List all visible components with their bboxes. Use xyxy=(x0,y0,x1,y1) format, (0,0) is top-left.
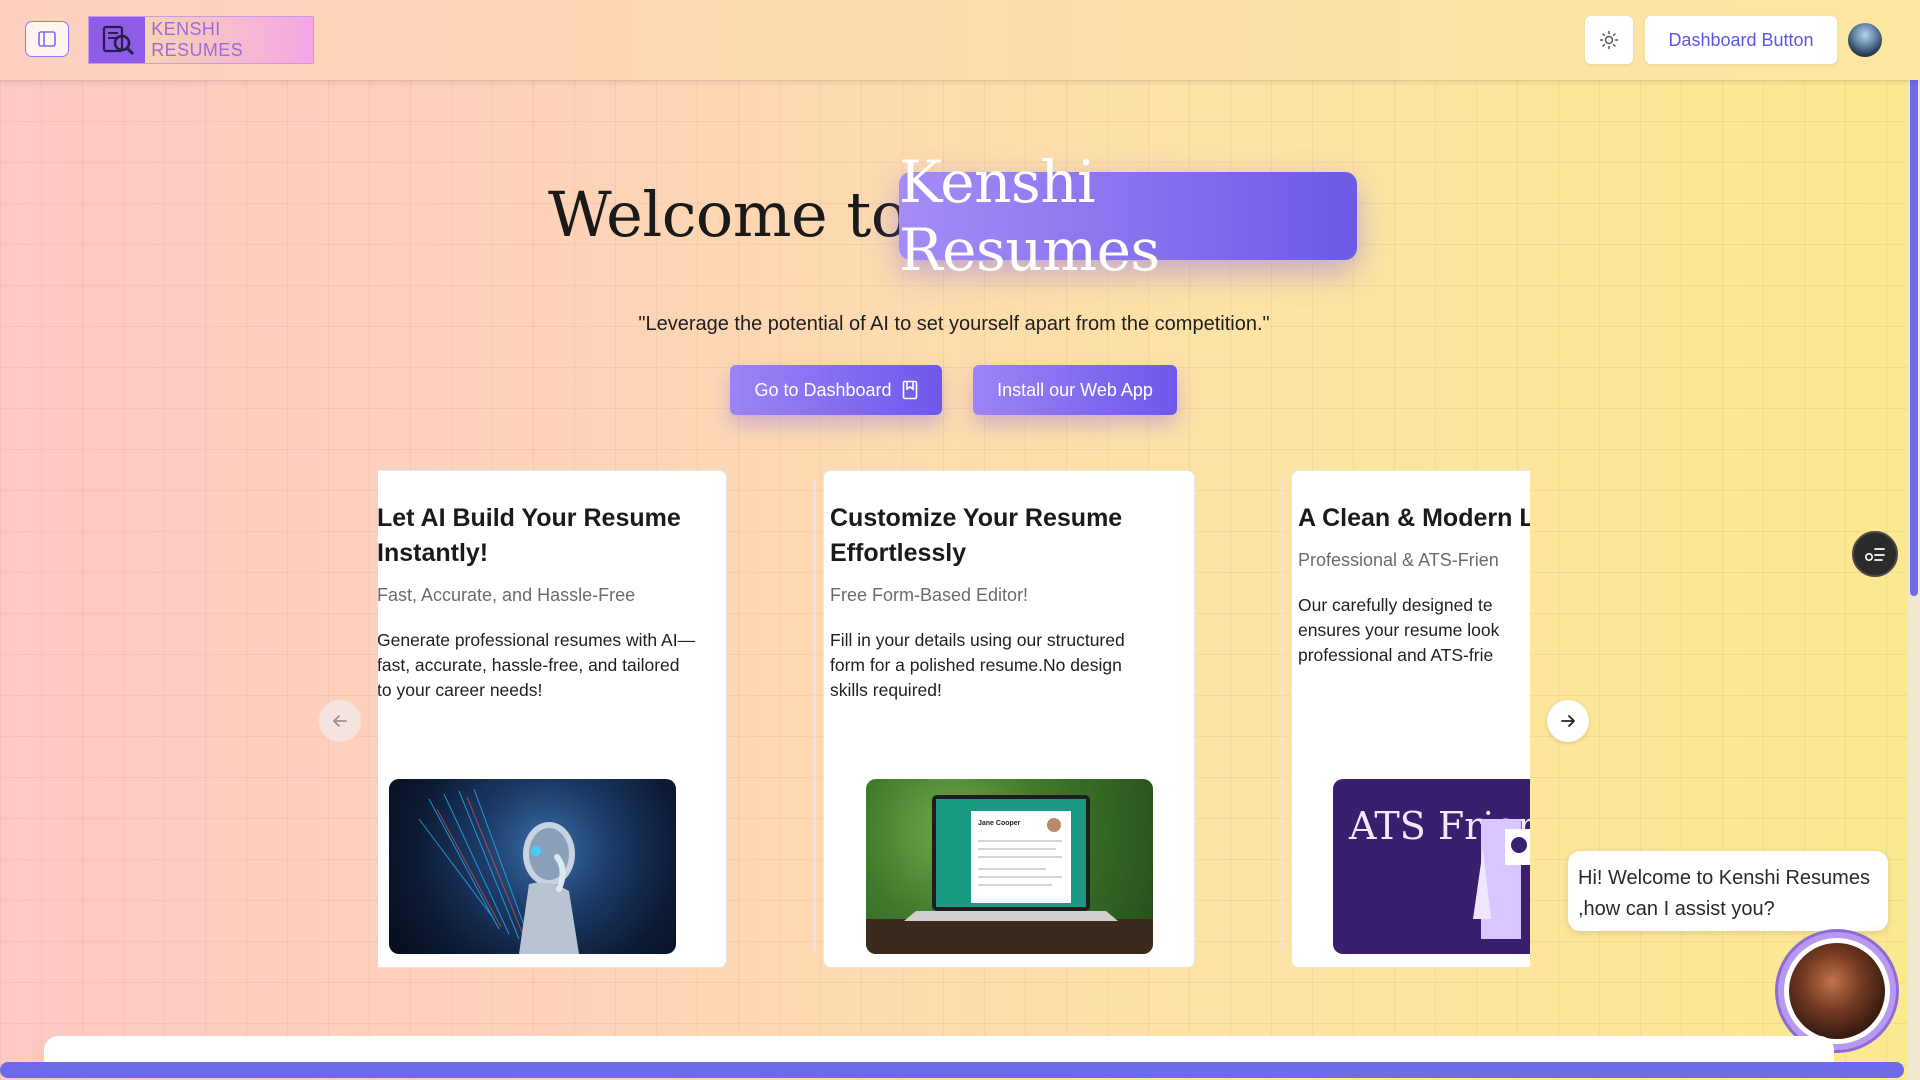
resume-search-icon xyxy=(89,17,146,63)
logo[interactable]: KENSHI RESUMES xyxy=(88,16,314,64)
arrow-left-icon xyxy=(333,715,347,727)
chat-welcome-bubble[interactable]: Hi! Welcome to Kenshi Resumes ,how can I… xyxy=(1568,851,1888,931)
card-subtitle: Free Form-Based Editor! xyxy=(830,585,1029,605)
feature-carousel[interactable]: Let AI Build Your Resume Instantly! Fast… xyxy=(378,470,1530,972)
chatbot-avatar-image xyxy=(1789,943,1885,1039)
card-divider xyxy=(813,480,816,952)
arrow-right-icon xyxy=(1561,715,1575,727)
feature-card-ai-build[interactable]: Let AI Build Your Resume Instantly! Fast… xyxy=(378,470,727,968)
card-subtitle: Professional & ATS-Frien xyxy=(1298,550,1499,570)
install-web-app-button[interactable]: Install our Web App xyxy=(973,365,1177,415)
card-title: Let AI Build Your Resume Instantly! xyxy=(378,504,681,567)
go-to-dashboard-label: Go to Dashboard xyxy=(754,379,892,400)
card-description: Fill in your details using our structure… xyxy=(830,630,1125,700)
vertical-scrollbar-thumb[interactable] xyxy=(1910,2,1918,596)
card-description: Generate professional resumes with AI—fa… xyxy=(378,630,696,700)
card-title: Customize Your Resume Effortlessly xyxy=(830,504,1123,567)
bookmark-icon xyxy=(902,380,917,400)
chatbot-avatar-button[interactable] xyxy=(1778,932,1896,1050)
theme-toggle-button[interactable] xyxy=(1585,16,1633,64)
sun-icon xyxy=(1599,30,1619,50)
welcome-heading: Welcome to xyxy=(548,178,908,251)
carousel-prev-button[interactable] xyxy=(319,700,361,742)
ai-robot-image xyxy=(389,779,676,954)
sidebar-panel-icon xyxy=(38,31,56,47)
brand-highlight: Kenshi Resumes xyxy=(899,148,1357,284)
menu-list-icon xyxy=(1864,548,1885,562)
laptop-screen-name: Jane Cooper xyxy=(978,820,1021,827)
sidebar-toggle-button[interactable] xyxy=(25,21,69,57)
go-to-dashboard-button[interactable]: Go to Dashboard xyxy=(730,365,942,415)
card-title: A Clean & Modern Layout xyxy=(1298,504,1530,532)
card-subtitle: Fast, Accurate, and Hassle-Free xyxy=(378,585,636,605)
ats-friendly-image: ATS Friendly CV xyxy=(1333,779,1530,954)
feature-card-layout[interactable]: A Clean & Modern Layout Professional & A… xyxy=(1291,470,1530,968)
top-header: KENSHI RESUMES Dashboard Button xyxy=(0,0,1920,80)
feature-card-customize[interactable]: Customize Your Resume Effortlessly Free … xyxy=(823,470,1195,968)
tagline: "Leverage the potential of AI to set you… xyxy=(638,313,1270,335)
logo-text: KENSHI RESUMES xyxy=(151,19,244,60)
card-divider xyxy=(1281,480,1284,952)
dashboard-button[interactable]: Dashboard Button xyxy=(1645,16,1837,64)
card-description: Our carefully designed te ensures your r… xyxy=(1298,595,1500,665)
laptop-editor-image: Jane Cooper xyxy=(866,779,1153,954)
bottom-scrollbar[interactable] xyxy=(0,1062,1904,1078)
floating-menu-button[interactable] xyxy=(1852,531,1898,577)
user-avatar[interactable] xyxy=(1848,23,1882,57)
carousel-next-button[interactable] xyxy=(1547,700,1589,742)
